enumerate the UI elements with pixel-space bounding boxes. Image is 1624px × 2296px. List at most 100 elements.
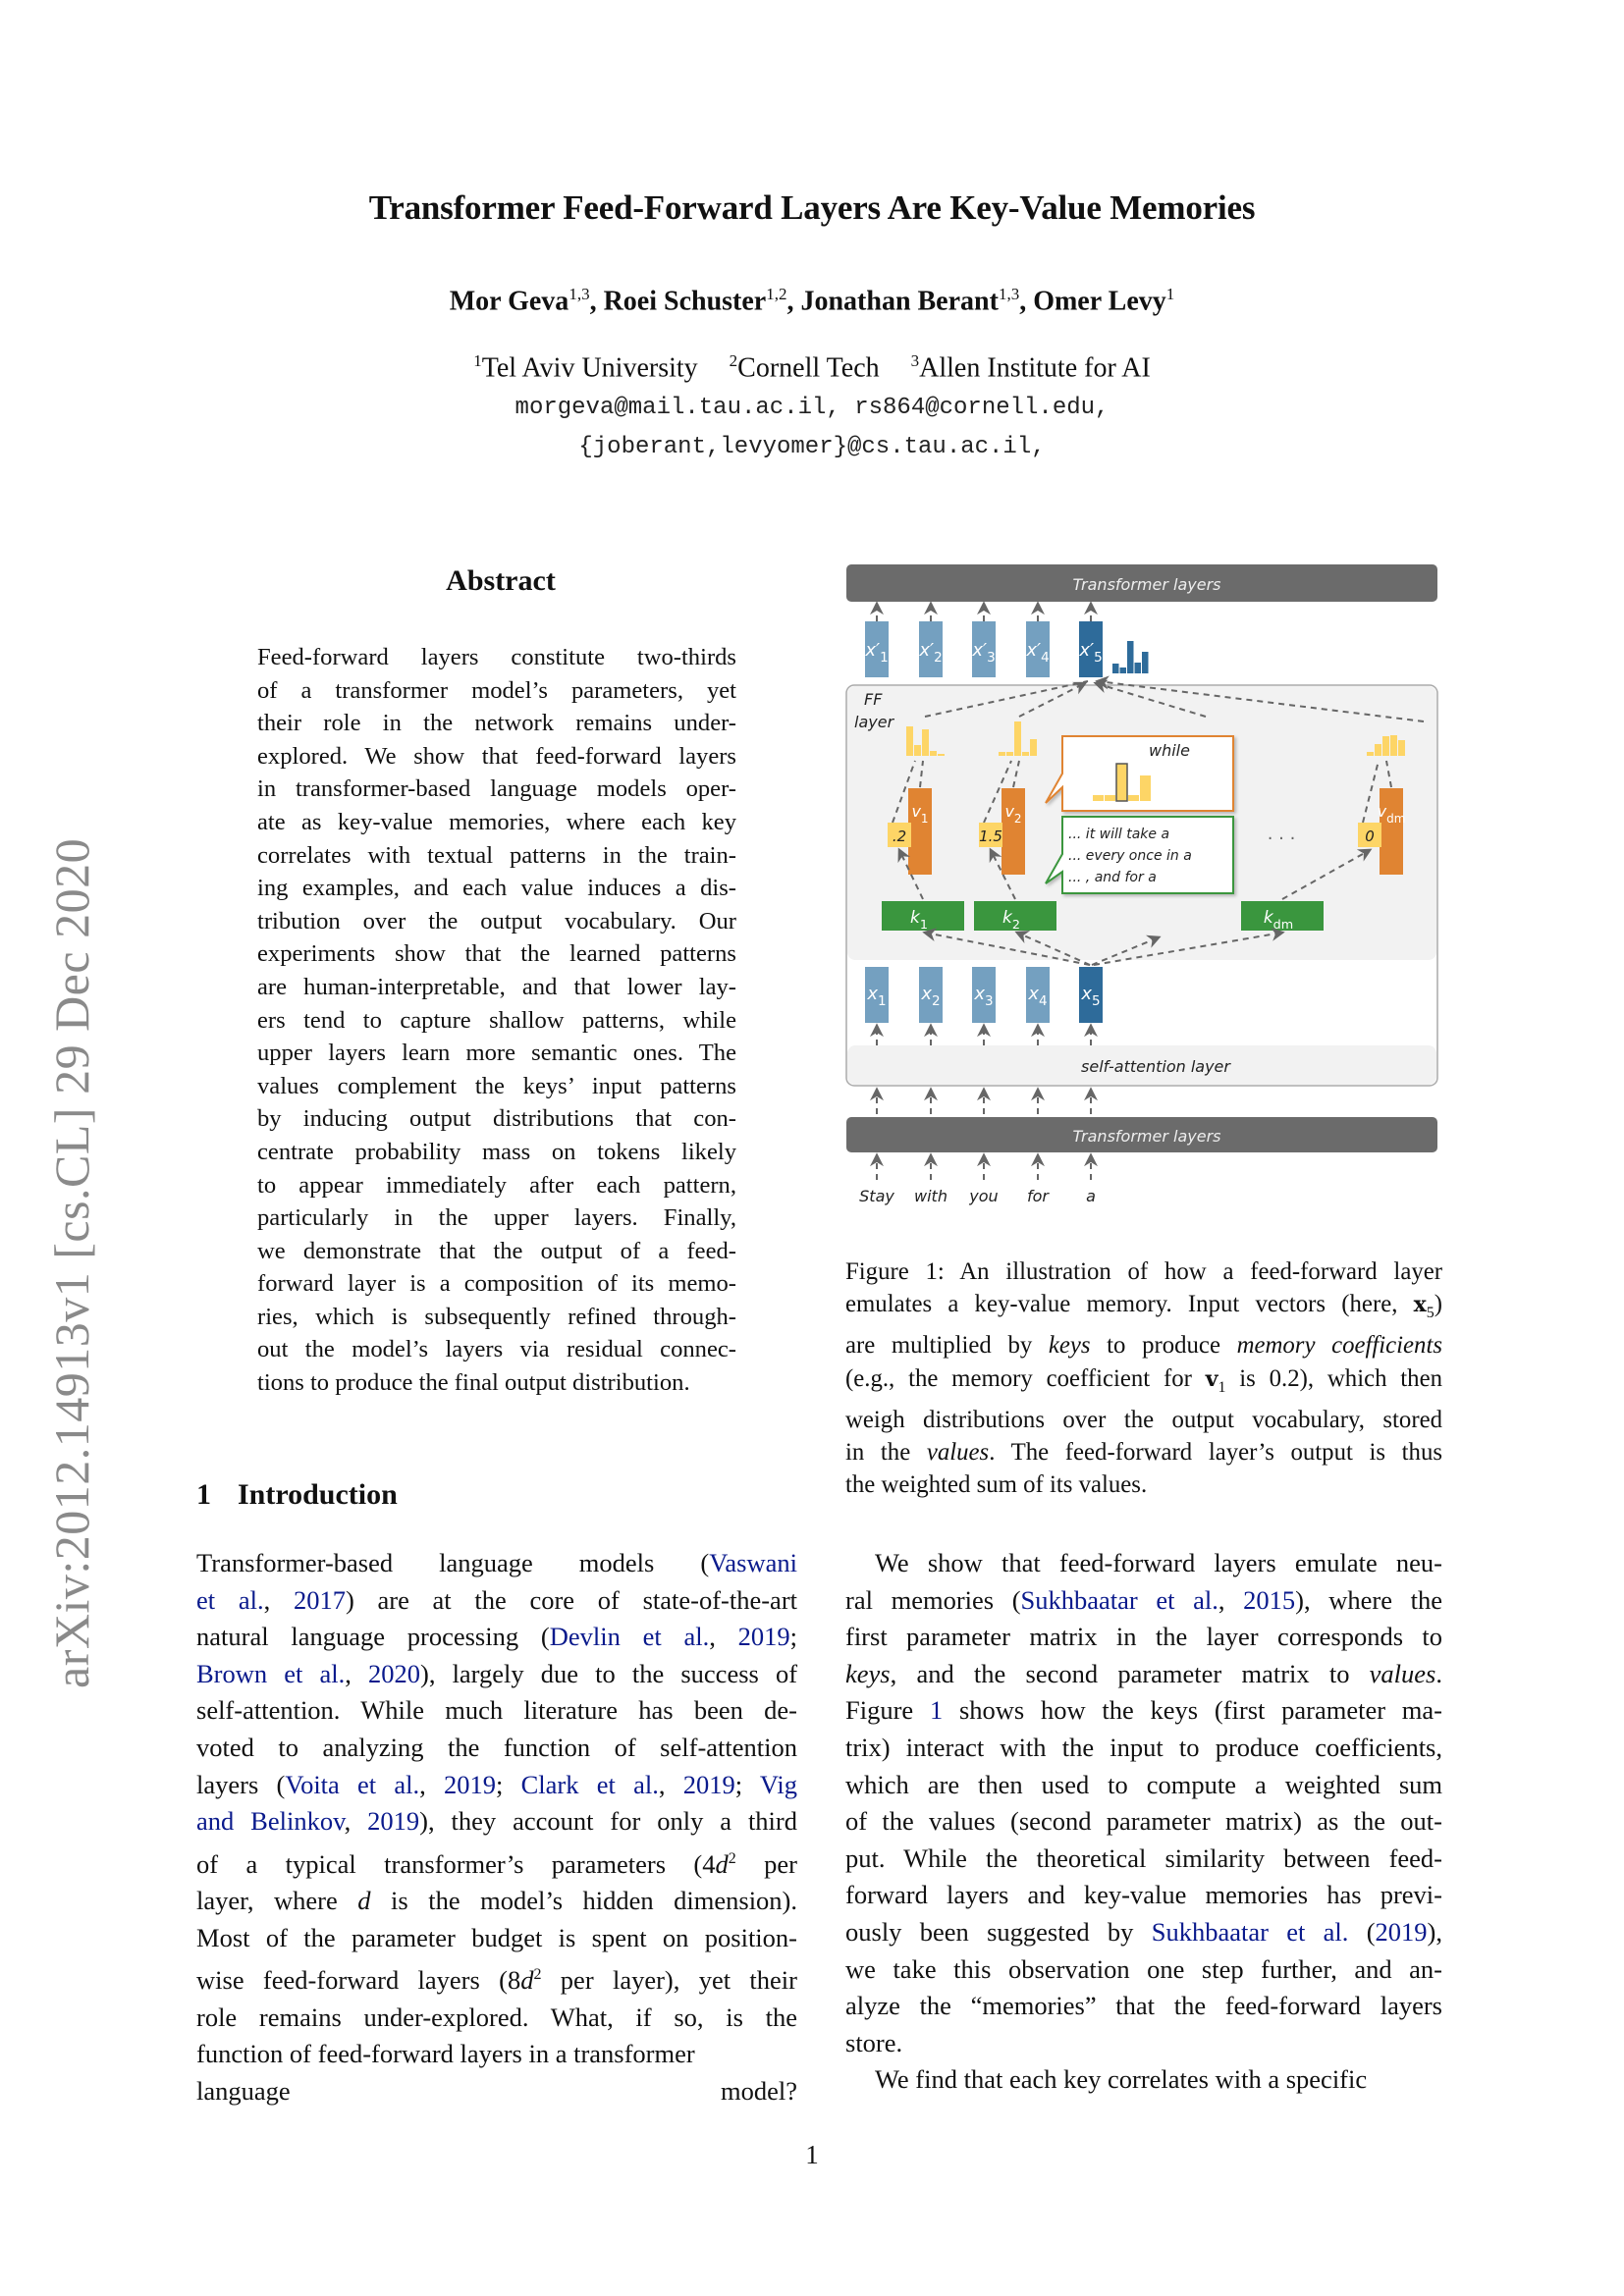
input-token: Stay [859,1187,894,1205]
intro-right-line: Figure 1 shows how the keys (first param… [845,1692,1442,1730]
key-pattern-line: ... it will take a [1068,827,1169,842]
distribution-bar [1367,752,1374,756]
text-span: values [926,1438,990,1466]
arxiv-stamp[interactable]: arXiv:2012.14913v1 [cs.CL] 29 Dec 2020 [43,838,100,1688]
text-span: Figure [845,1695,930,1726]
input-token: you [968,1187,998,1205]
text-span: , [419,1769,445,1799]
text-span: layers ( [196,1769,286,1799]
citation-link[interactable]: Vig [760,1770,797,1799]
distribution-bar [1119,667,1126,673]
citation-link[interactable]: Devlin et al. [550,1622,710,1651]
intro-right-line: store. [845,2025,1442,2062]
citation-link[interactable]: 1 [930,1695,943,1725]
citation-link[interactable]: 2019 [683,1770,735,1799]
text-span: ; [734,1769,760,1799]
affiliation-name: Tel Aviv University [481,352,698,384]
citation-link[interactable]: Clark et al. [521,1770,659,1799]
abstract-line: in transformer-based language models ope… [257,775,736,803]
text-span: we take this observation one step furthe… [845,1953,1442,1984]
intro-line: and Belinkov, 2019), they account for on… [196,1803,797,1841]
bottom-transformer-bar-label: Transformer layers [1073,1127,1221,1146]
text-span: of a typical transformer’s parameters ( [196,1848,703,1879]
text-span: 2 [728,1849,736,1867]
value-callout-box [1045,735,1234,812]
input-token: with [914,1187,947,1205]
text-span: x [1413,1292,1427,1318]
text-span: (e.g., the memory coefficient for [845,1364,1206,1392]
value-callout [1045,735,1234,812]
intro-right-line: alyze the “memories” that the feed-forwa… [845,1988,1442,2025]
top-transformer-bar-label: Transformer layers [1073,575,1221,594]
citation-link[interactable]: and Belinkov [196,1806,345,1836]
text-span: first parameter matrix in the layer corr… [845,1622,1442,1652]
intro-line: layers (Voita et al., 2019; Clark et al.… [196,1767,797,1804]
text-span: ( [1348,1916,1376,1947]
intro-line: et al., 2017) are at the core of state-o… [196,1582,797,1620]
caption-line: Figure 1: An illustration of how a feed-… [845,1255,1442,1288]
figure-1-caption: Figure 1: An illustration of how a feed-… [845,1255,1442,1501]
abstract-line: to appear immediately after each pattern… [257,1171,736,1199]
key-pattern-line: ... , and for a [1068,870,1157,885]
intro-line: self-attention. While much literature ha… [196,1692,797,1730]
distribution-bar [1382,736,1389,756]
text-span: , [1218,1584,1244,1615]
citation-link[interactable]: 2020 [368,1659,420,1688]
citation-link[interactable]: Vaswani [709,1548,797,1577]
text-span: alyze the “memories” that the feed-forwa… [845,1991,1442,2021]
section-number: 1 [196,1478,211,1511]
intro-line: voted to analyzing the function of self-… [196,1730,797,1767]
author-name: Roei Schuster [603,286,767,317]
abstract-line: Feed-forward layers constitute two-third… [257,644,736,670]
distribution-bar [938,754,945,756]
text-span: natural language processing ( [196,1622,550,1652]
abstract-heading: Abstract [446,564,556,597]
abstract-line: centrate probability mass on tokens like… [257,1138,736,1165]
intro-line: wise feed-forward layers (8d2 per layer)… [196,1956,797,1999]
distribution-bar [999,752,1005,756]
text-span: the weighted sum of its values. [845,1471,1148,1499]
citation-link[interactable]: Sukhbaatar et al. [1021,1585,1218,1615]
distribution-bar [1105,795,1115,801]
input-token: a [1086,1187,1096,1205]
emails-line-2: {joberant,levyomer}@cs.tau.ac.il, [578,434,1046,460]
citation-link[interactable]: 2017 [294,1585,346,1615]
citation-link[interactable]: Voita et al. [285,1770,419,1799]
ellipsis: · · · [1268,828,1296,849]
author-affiliation-marker: 1,2 [766,285,787,303]
text-span: ) [1434,1291,1442,1318]
abstract-line: particularly in the upper layers. Finall… [257,1204,736,1232]
text-span: in the [845,1438,927,1466]
distribution-bar [1022,752,1029,756]
text-span: ously been suggested by [845,1916,1152,1947]
citation-link[interactable]: 2019 [444,1770,496,1799]
text-span: Most of the parameter budget is spent on… [196,1922,797,1952]
citation-link[interactable]: 2019 [1376,1917,1428,1947]
text-span: to produce [1090,1332,1237,1360]
text-span: trix) interact with the input to produce… [845,1732,1442,1762]
figure-1: Transformer layers x′1 x′2 x′3 x′4 x′5 FF layer… [844,560,1443,1227]
author-name: Jonathan Berant [800,286,999,317]
text-span: put. While the theoretical similarity be… [845,1842,1442,1873]
citation-link[interactable]: Brown et al. [196,1659,345,1688]
input-token: for [1027,1187,1050,1205]
distribution-bar [1112,664,1119,673]
text-span: are multiplied by [845,1332,1049,1360]
intro-right-line: first parameter matrix in the layer corr… [845,1619,1442,1656]
author-affiliation-marker: 1 [1165,285,1175,303]
distribution-bar [1375,744,1381,756]
citation-link[interactable]: et al. [196,1585,264,1615]
intro-line: layer, where d is the model’s hidden dim… [196,1883,797,1920]
text-span: Figure 1: An illustration of how a feed-… [845,1258,1442,1285]
citation-link[interactable]: 2019 [738,1622,790,1651]
citation-link[interactable]: Sukhbaatar et al. [1152,1917,1349,1947]
coefficient-value: 1.5 [979,828,1002,845]
text-span: memory coefficients [1236,1332,1442,1360]
distribution-bar [922,729,929,756]
section-heading-introduction: 1 Introduction [196,1478,398,1512]
citation-link[interactable]: 2019 [367,1806,419,1836]
text-span: 8 [507,1965,521,1996]
citation-link[interactable]: 2015 [1243,1585,1295,1615]
text-span: self-attention. While much literature ha… [196,1695,797,1726]
text-span: which are then used to compute a weighte… [845,1769,1442,1799]
